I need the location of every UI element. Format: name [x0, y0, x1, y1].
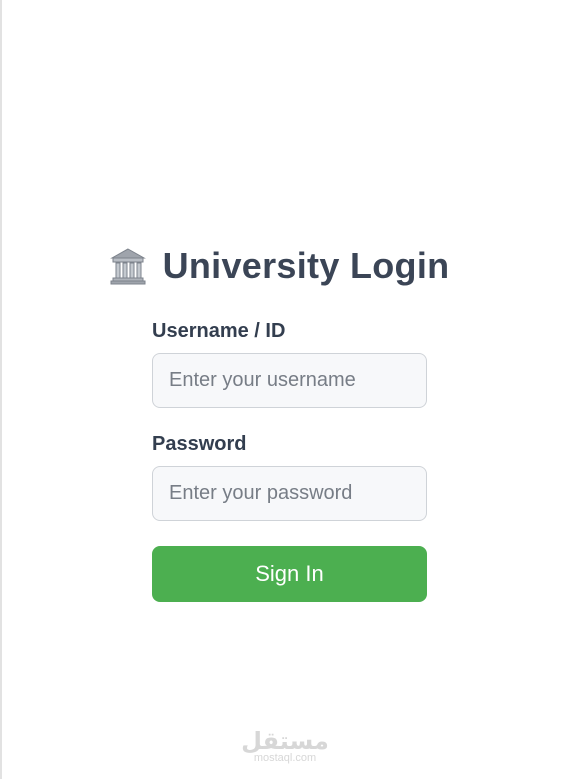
sign-in-button[interactable]: Sign In: [152, 546, 427, 602]
username-label: Username / ID: [152, 320, 286, 342]
page-title: University Login: [162, 245, 450, 286]
university-building-icon: [109, 246, 147, 286]
username-input[interactable]: [152, 353, 427, 408]
watermark-logo: مستقل: [241, 727, 329, 755]
watermark: مستقل mostaql.com: [240, 728, 330, 764]
password-label: Password: [152, 433, 247, 455]
password-input[interactable]: [152, 466, 427, 521]
page-left-border: [0, 0, 2, 779]
login-header: University Login: [0, 244, 570, 288]
